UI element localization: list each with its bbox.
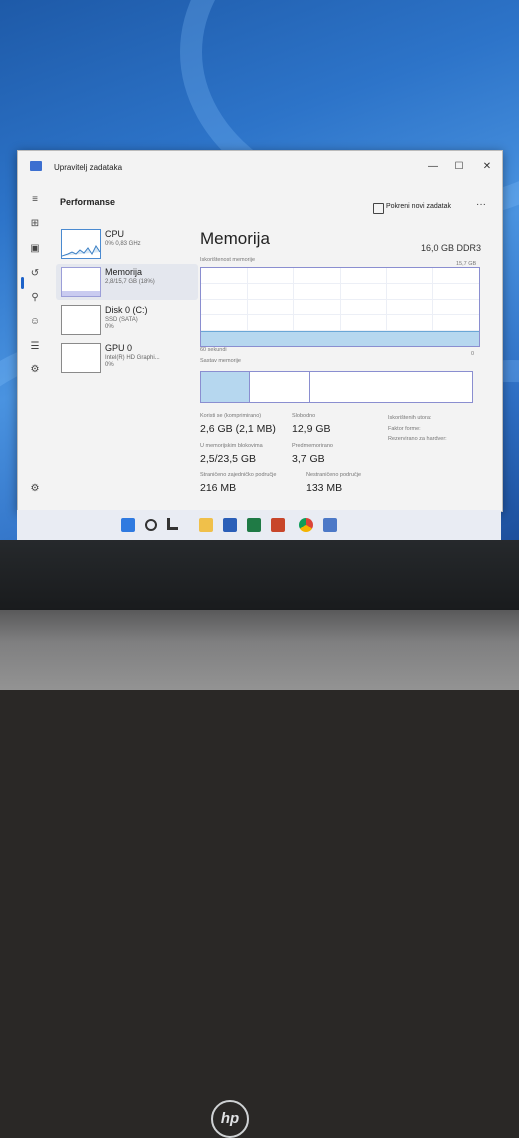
services-icon[interactable]: ⚙ [28,363,42,377]
startup-apps-icon[interactable]: ⚲ [28,291,42,305]
sidebar-item-detail: SSD (SATA) [105,317,138,323]
sidebar-item-label: Memorija [105,267,143,277]
nonpaged-pool-label: Nestraničeno područje [306,472,362,478]
performance-icon[interactable]: ▣ [28,242,42,256]
sidebar-item-label: GPU 0 [105,343,133,353]
sidebar-item-label: Disk 0 (C:) [105,305,148,315]
memory-usage-graph [200,267,480,347]
sidebar-item-gpu[interactable]: GPU 0 Intel(R) HD Graphi... 0% [56,340,198,376]
available-label: Slobodno [292,413,316,419]
sidebar-item-detail: Intel(R) HD Graphi... [105,355,160,361]
nav-selection-indicator [21,277,24,289]
laptop-base [0,610,519,690]
cpu-sparkline [61,245,101,257]
memory-usage-fill [201,330,479,346]
slots-used-label: Iskorištenih utora: [388,415,432,421]
title-bar[interactable]: Upravitelj zadataka — ☐ ✕ [18,151,502,185]
hp-logo: hp [211,1100,249,1138]
memory-composition-bar [200,371,473,403]
task-manager-icon[interactable] [323,518,337,532]
time-axis-label: 60 sekundi [200,347,227,353]
cpu-thumbnail-graph [61,229,101,259]
sidebar-item-cpu[interactable]: CPU 0% 0,83 GHz [56,226,198,262]
processes-icon[interactable]: ⊞ [28,217,42,231]
new-task-button[interactable]: Pokreni novi zadatak [386,203,451,210]
form-factor-label: Faktor forme: [388,426,421,432]
powerpoint-icon[interactable] [271,518,285,532]
maximize-button[interactable]: ☐ [450,161,468,172]
task-manager-app-icon [30,161,42,171]
file-explorer-icon[interactable] [167,518,178,530]
laptop-bezel: hp [0,540,519,1138]
in-use-value: 2,6 GB (2,1 MB) [200,423,276,435]
gpu-thumbnail-graph [61,343,101,373]
windows-start-icon[interactable] [121,518,135,532]
sidebar-item-detail: 2,8/15,7 GB (18%) [105,279,155,285]
left-navigation: ≡ ⊞ ▣ ↺ ⚲ ☺ ☰ ⚙ ⚙ [18,185,52,511]
sidebar-item-disk[interactable]: Disk 0 (C:) SSD (SATA) 0% [56,302,198,338]
task-manager-window: Upravitelj zadataka — ☐ ✕ ≡ ⊞ ▣ ↺ ⚲ ☺ ☰ … [17,150,503,512]
excel-icon[interactable] [247,518,261,532]
paged-pool-value: 216 MB [200,482,237,494]
composition-label: Sastav memorije [200,358,241,364]
composition-standby [249,372,310,402]
paged-pool-label: Straničeno zajedničko područje [200,472,277,478]
page-title: Memorija [200,229,270,248]
hamburger-icon[interactable]: ≡ [28,193,42,207]
sidebar-item-label: CPU [105,229,125,239]
minimize-button[interactable]: — [424,161,442,172]
app-history-icon[interactable]: ↺ [28,267,42,281]
available-value: 12,9 GB [292,423,331,435]
memory-type: 16,0 GB DDR3 [421,243,482,253]
sidebar-item-memory[interactable]: Memorija 2,8/15,7 GB (18%) [56,264,198,300]
hardware-reserved-label: Rezervirano za hardver: [388,436,447,442]
window-title: Upravitelj zadataka [54,163,123,172]
close-button[interactable]: ✕ [478,161,496,172]
composition-in-use [201,372,250,402]
word-icon[interactable] [223,518,237,532]
folder-icon[interactable] [199,518,213,532]
in-use-label: Koristi se (komprimirano) [200,413,262,419]
memory-thumbnail-graph [61,267,101,297]
chrome-icon[interactable] [299,518,313,532]
cached-label: Predmemorirano [292,443,333,449]
sidebar-item-detail: 0% 0,83 GHz [105,241,141,247]
users-icon[interactable]: ☺ [28,315,42,329]
more-options-button[interactable]: ··· [476,199,486,210]
search-icon[interactable] [145,519,157,531]
usage-graph-label: Iskorištenost memorije [200,257,256,263]
disk-thumbnail-graph [61,305,101,335]
time-axis-end: 0 [471,351,475,357]
section-title: Performanse [60,197,116,207]
new-task-icon[interactable] [373,203,384,214]
sidebar-item-usage: 0% [105,362,114,368]
nonpaged-pool-value: 133 MB [306,482,343,494]
committed-value: 2,5/23,5 GB [200,453,257,465]
composition-free [309,372,471,402]
details-icon[interactable]: ☰ [28,340,42,354]
memory-thumbnail-fill [62,290,100,296]
settings-icon[interactable]: ⚙ [28,482,42,496]
sidebar-item-usage: 0% [105,324,114,330]
cached-value: 3,7 GB [292,453,325,465]
committed-label: U memorijskim blokovima [200,443,263,449]
